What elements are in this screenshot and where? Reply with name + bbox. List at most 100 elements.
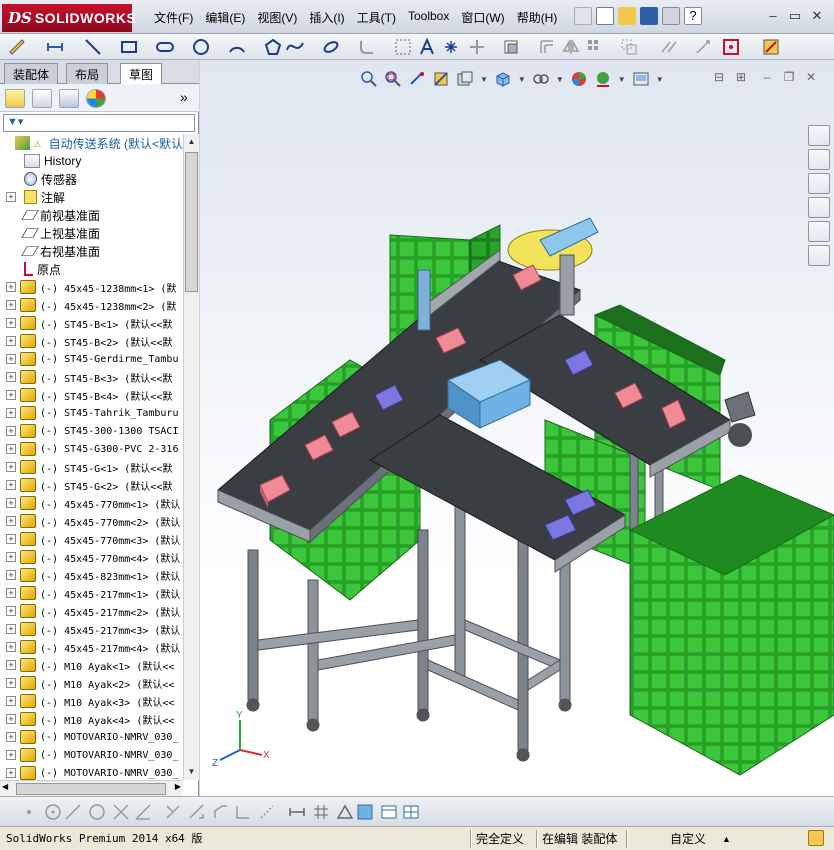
close-icon[interactable]: ✕ bbox=[808, 8, 826, 24]
menu-tools[interactable]: 工具(T) bbox=[351, 9, 402, 26]
expand-arrows-icon[interactable]: » bbox=[180, 89, 188, 105]
expand-icon[interactable]: + bbox=[6, 678, 16, 688]
intersection-icon[interactable] bbox=[112, 803, 130, 821]
tree-feature-1[interactable]: 传感器 bbox=[0, 170, 183, 188]
expand-icon[interactable]: + bbox=[6, 696, 16, 706]
tree-part-row[interactable]: + (-) 45x45-1238mm<2> (默 bbox=[0, 296, 183, 314]
file-explorer-icon[interactable] bbox=[808, 173, 830, 194]
tree-part-row[interactable]: + (-) M10 Ayak<2> (默认<< bbox=[0, 674, 183, 692]
tree-part-row[interactable]: + (-) 45x45-217mm<2> (默认 bbox=[0, 602, 183, 620]
slot-icon[interactable] bbox=[156, 38, 174, 56]
tree-part-row[interactable]: + (-) MOTOVARIO-NMRV_030_ bbox=[0, 746, 183, 764]
tree-part-row[interactable]: + (-) 45x45-217mm<3> (默认 bbox=[0, 620, 183, 638]
tree-part-row[interactable]: + (-) ST45-G<2> (默认<<默 bbox=[0, 476, 183, 494]
tree-feature-0[interactable]: History bbox=[0, 152, 183, 170]
feature-tree-icon[interactable] bbox=[5, 89, 25, 108]
menu-insert[interactable]: 插入(I) bbox=[303, 9, 350, 26]
expand-icon[interactable]: + bbox=[6, 336, 16, 346]
tree-part-row[interactable]: + (-) 45x45-770mm<4> (默认 bbox=[0, 548, 183, 566]
repair-sketch-icon[interactable] bbox=[694, 38, 712, 56]
restore-icon[interactable]: ▭ bbox=[786, 8, 804, 24]
solidworks-resources-icon[interactable] bbox=[808, 125, 830, 146]
expand-icon[interactable]: + bbox=[6, 282, 16, 292]
expand-icon[interactable]: + bbox=[6, 624, 16, 634]
tree-part-row[interactable]: + (-) 45x45-770mm<1> (默认 bbox=[0, 494, 183, 512]
expand-icon[interactable]: + bbox=[6, 462, 16, 472]
expand-icon[interactable]: + bbox=[6, 750, 16, 760]
chamfer-icon[interactable] bbox=[212, 803, 230, 821]
minimize-icon[interactable]: – bbox=[764, 8, 782, 24]
storage-bin-front-right[interactable] bbox=[628, 474, 834, 776]
design-library-icon[interactable] bbox=[808, 149, 830, 170]
expand-icon[interactable]: + bbox=[6, 390, 16, 400]
offset-entities-icon[interactable] bbox=[538, 38, 556, 56]
menu-view[interactable]: 视图(V) bbox=[251, 9, 303, 26]
tab-sketch[interactable]: 草图 bbox=[120, 63, 163, 85]
rectangle-icon[interactable] bbox=[120, 38, 138, 56]
tree-root-assembly[interactable]: ⚠ 自动传送系统 (默认<默认 bbox=[0, 134, 183, 152]
tree-part-row[interactable]: + (-) MOTOVARIO-NMRV_030_ bbox=[0, 728, 183, 746]
tree-feature-5[interactable]: 右视基准面 bbox=[0, 242, 183, 260]
spline-icon[interactable] bbox=[286, 38, 304, 56]
scroll-right-icon[interactable]: ▶ bbox=[175, 782, 181, 791]
grid-icon[interactable] bbox=[312, 803, 330, 821]
tree-feature-3[interactable]: 前视基准面 bbox=[0, 206, 183, 224]
tree-part-row[interactable]: + (-) 45x45-823mm<1> (默认 bbox=[0, 566, 183, 584]
expand-icon[interactable]: + bbox=[6, 552, 16, 562]
appearances-icon[interactable] bbox=[808, 221, 830, 242]
polygon-icon[interactable] bbox=[264, 38, 282, 56]
expand-icon[interactable]: + bbox=[6, 516, 16, 526]
tree-feature-2[interactable]: + 注解 bbox=[0, 188, 183, 206]
expand-icon[interactable]: + bbox=[6, 300, 16, 310]
fillet-icon[interactable] bbox=[358, 38, 376, 56]
tab-assembly[interactable]: 装配体 bbox=[4, 63, 59, 84]
tree-part-row[interactable]: + (-) ST45-B<1> (默认<<默 bbox=[0, 314, 183, 332]
new-document-icon[interactable] bbox=[596, 7, 614, 25]
trim-entities-icon[interactable] bbox=[468, 38, 486, 56]
custom-properties-icon[interactable] bbox=[808, 245, 830, 266]
circle-icon[interactable] bbox=[192, 38, 210, 56]
mirror-entities-icon[interactable] bbox=[562, 38, 580, 56]
tree-part-row[interactable]: + (-) ST45-B<4> (默认<<默 bbox=[0, 386, 183, 404]
print-icon[interactable] bbox=[662, 7, 680, 25]
move-entities-icon[interactable] bbox=[620, 38, 638, 56]
menu-help[interactable]: 帮助(H) bbox=[511, 9, 564, 26]
ellipse-icon[interactable] bbox=[322, 38, 340, 56]
centerline-icon[interactable] bbox=[64, 803, 82, 821]
hscroll-thumb[interactable] bbox=[16, 783, 166, 795]
tree-part-row[interactable]: + (-) 45x45-1238mm<1> (默 bbox=[0, 278, 183, 296]
tree-part-row[interactable]: + (-) ST45-Tahrik_Tamburu bbox=[0, 404, 183, 422]
centerpoint-circle-icon[interactable] bbox=[44, 803, 62, 821]
expand-icon[interactable]: + bbox=[6, 660, 16, 670]
tree-horizontal-scrollbar[interactable]: ◀ ▶ bbox=[0, 780, 183, 796]
tab-layout[interactable]: 布局 bbox=[66, 63, 109, 84]
expand-icon[interactable]: + bbox=[6, 480, 16, 490]
view-palette-icon[interactable] bbox=[808, 197, 830, 218]
units-selector[interactable]: 自定义 bbox=[670, 830, 706, 848]
pin-icon[interactable] bbox=[574, 7, 592, 25]
tree-filter[interactable]: ▼▾ bbox=[3, 114, 195, 132]
tree-part-row[interactable]: + (-) ST45-G300-PVC 2-316 bbox=[0, 440, 183, 458]
expand-icon[interactable]: + bbox=[6, 444, 16, 454]
expand-icon[interactable]: + bbox=[6, 408, 16, 418]
tree-part-row[interactable]: + (-) ST45-300-1300 TSACI bbox=[0, 422, 183, 440]
tree-feature-6[interactable]: 原点 bbox=[0, 260, 183, 278]
display-manager-icon[interactable] bbox=[86, 89, 106, 108]
solidworks-logo[interactable]: DS SOLIDWORKS bbox=[2, 4, 136, 32]
expand-icon[interactable]: + bbox=[6, 570, 16, 580]
tree-part-row[interactable]: + (-) 45x45-770mm<2> (默认 bbox=[0, 512, 183, 530]
scroll-thumb[interactable] bbox=[185, 152, 198, 292]
smart-dimension-icon[interactable] bbox=[46, 38, 64, 56]
expand-icon[interactable]: + bbox=[6, 372, 16, 382]
line-icon[interactable] bbox=[84, 38, 102, 56]
tree-part-row[interactable]: + (-) M10 Ayak<4> (默认<< bbox=[0, 710, 183, 728]
tree-part-row[interactable]: + (-) ST45-B<2> (默认<<默 bbox=[0, 332, 183, 350]
tree-feature-4[interactable]: 上视基准面 bbox=[0, 224, 183, 242]
sketch-plane-icon[interactable] bbox=[336, 803, 354, 821]
expand-icon[interactable]: + bbox=[6, 192, 16, 202]
tree-part-row[interactable]: + (-) M10 Ayak<3> (默认<< bbox=[0, 692, 183, 710]
plane-icon[interactable] bbox=[394, 38, 412, 56]
point-icon[interactable] bbox=[442, 38, 460, 56]
expand-icon[interactable]: + bbox=[6, 642, 16, 652]
quick-snaps-icon[interactable] bbox=[722, 38, 740, 56]
